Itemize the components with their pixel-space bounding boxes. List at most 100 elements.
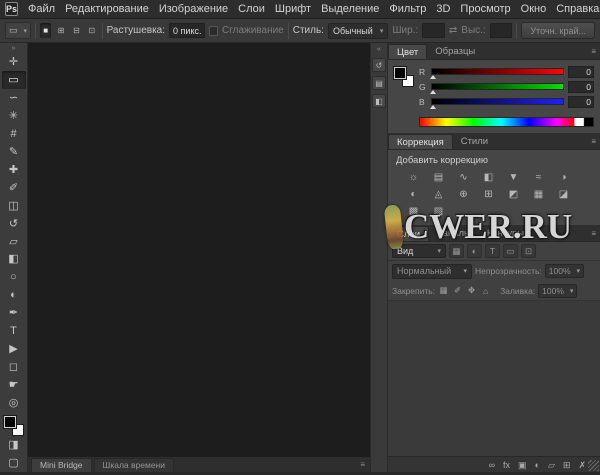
- filter-pixel-layers-icon[interactable]: ▦: [449, 244, 464, 258]
- style-dropdown[interactable]: Обычный ▾: [328, 23, 388, 39]
- adjustment-color-lookup-icon[interactable]: ⊞: [481, 188, 496, 201]
- color-spectrum-ramp[interactable]: [419, 117, 594, 127]
- tab-channels[interactable]: Каналы: [429, 226, 479, 241]
- tab-color[interactable]: Цвет: [388, 44, 427, 59]
- menu-3d[interactable]: 3D: [431, 0, 455, 19]
- adjustment-gradient-map-icon[interactable]: ▩: [406, 205, 421, 218]
- collapsed-history-panel-button[interactable]: ↺: [372, 58, 386, 72]
- history-brush-tool[interactable]: ↺: [2, 214, 26, 232]
- adjustment-channel-mixer-icon[interactable]: ⊕: [456, 188, 471, 201]
- blue-slider[interactable]: [431, 98, 564, 105]
- blue-value-field[interactable]: 0: [568, 96, 594, 108]
- intersect-selection-mode-button[interactable]: ⊡: [86, 23, 97, 38]
- new-adjustment-layer-icon[interactable]: ◐: [535, 457, 540, 473]
- adjustment-black-white-icon[interactable]: ◐: [406, 188, 421, 201]
- add-to-selection-mode-button[interactable]: ⊞: [55, 23, 66, 38]
- tab-mini-bridge[interactable]: Mini Bridge: [31, 458, 92, 472]
- subtract-selection-mode-button[interactable]: ⊟: [71, 23, 82, 38]
- lock-position-icon[interactable]: ✥: [466, 285, 477, 296]
- tab-adjustments[interactable]: Коррекция: [388, 134, 453, 149]
- adjustment-threshold-icon[interactable]: ◪: [556, 188, 571, 201]
- adjustment-posterize-icon[interactable]: ▦: [531, 188, 546, 201]
- layer-style-fx-icon[interactable]: fx: [503, 457, 510, 473]
- width-input[interactable]: [422, 23, 445, 38]
- foreground-background-swatches[interactable]: [4, 416, 24, 436]
- tab-timeline[interactable]: Шкала времени: [94, 458, 174, 472]
- hand-tool[interactable]: ☛: [2, 375, 26, 393]
- quick-mask-button[interactable]: ◨: [2, 436, 26, 454]
- menu-help[interactable]: Справка: [551, 0, 600, 19]
- lock-transparency-icon[interactable]: ▦: [438, 285, 449, 296]
- type-tool[interactable]: T: [2, 322, 26, 340]
- adjustment-levels-icon[interactable]: ▤: [431, 171, 446, 184]
- panel-menu-icon[interactable]: ≡: [591, 47, 596, 56]
- green-slider[interactable]: [431, 83, 564, 90]
- menu-window[interactable]: Окно: [516, 0, 552, 19]
- color-panel-swatches[interactable]: [394, 67, 414, 87]
- opacity-field[interactable]: 100% ▾: [545, 264, 584, 278]
- filter-adjustment-layers-icon[interactable]: ◐: [467, 244, 482, 258]
- layer-filter-type-dropdown[interactable]: Вид ▾: [392, 244, 446, 258]
- fill-field[interactable]: 100% ▾: [538, 284, 577, 298]
- collapsed-properties-panel-button[interactable]: ▤: [372, 76, 386, 90]
- tab-styles[interactable]: Стили: [453, 134, 496, 149]
- tab-paths[interactable]: Контуры: [479, 226, 532, 241]
- lasso-tool[interactable]: ∽: [2, 89, 26, 107]
- collapsed-info-panel-button[interactable]: ◧: [372, 94, 386, 108]
- add-layer-mask-icon[interactable]: ▣: [518, 457, 527, 473]
- new-layer-icon[interactable]: ⊞: [563, 457, 571, 473]
- panel-menu-icon[interactable]: ≡: [591, 137, 596, 146]
- adjustment-color-balance-icon[interactable]: ◑: [556, 171, 571, 184]
- pen-tool[interactable]: ✒: [2, 304, 26, 322]
- blur-tool[interactable]: ○: [2, 268, 26, 286]
- height-input[interactable]: [490, 23, 513, 38]
- tab-layers[interactable]: Слои: [388, 226, 429, 241]
- menu-select[interactable]: Выделение: [316, 0, 384, 19]
- gradient-tool[interactable]: ◧: [2, 250, 26, 268]
- red-value-field[interactable]: 0: [568, 66, 594, 78]
- clone-stamp-tool[interactable]: ◫: [2, 196, 26, 214]
- adjustment-photo-filter-icon[interactable]: ◬: [431, 188, 446, 201]
- new-selection-mode-button[interactable]: ■: [40, 23, 51, 38]
- move-tool[interactable]: ✛: [2, 53, 26, 71]
- window-resize-grip[interactable]: [588, 460, 599, 471]
- menu-view[interactable]: Просмотр: [455, 0, 515, 19]
- green-value-field[interactable]: 0: [568, 81, 594, 93]
- dodge-tool[interactable]: ◐: [2, 286, 26, 304]
- healing-brush-tool[interactable]: ✚: [2, 160, 26, 178]
- rectangular-marquee-tool[interactable]: ▭: [2, 71, 26, 89]
- screen-mode-button[interactable]: ▢: [2, 454, 26, 472]
- menu-layers[interactable]: Слои: [233, 0, 270, 19]
- red-slider[interactable]: [431, 68, 564, 75]
- panel-menu-icon[interactable]: ≡: [360, 460, 365, 469]
- adjustment-brightness-contrast-icon[interactable]: ☼: [406, 171, 421, 184]
- swap-dimensions-icon[interactable]: ⇄: [449, 25, 457, 36]
- adjustment-vibrance-icon[interactable]: ▼: [506, 171, 521, 184]
- eraser-tool[interactable]: ▱: [2, 232, 26, 250]
- refine-edge-button[interactable]: Уточн. край...: [521, 22, 595, 39]
- link-layers-icon[interactable]: ∞: [489, 457, 495, 473]
- adjustment-invert-icon[interactable]: ◩: [506, 188, 521, 201]
- adjustment-selective-color-icon[interactable]: ▨: [431, 205, 446, 218]
- menu-file[interactable]: Файл: [23, 0, 60, 19]
- feather-input[interactable]: 0 пикс.: [169, 23, 205, 38]
- filter-smart-objects-icon[interactable]: ⊡: [521, 244, 536, 258]
- adjustment-hue-saturation-icon[interactable]: ≈: [531, 171, 546, 184]
- slider-knob[interactable]: [430, 75, 436, 79]
- adjustment-curves-icon[interactable]: ∿: [456, 171, 471, 184]
- path-selection-tool[interactable]: ▶: [2, 340, 26, 358]
- new-group-icon[interactable]: ▱: [548, 457, 555, 473]
- lock-pixels-icon[interactable]: ✐: [452, 285, 463, 296]
- eyedropper-tool[interactable]: ✎: [2, 143, 26, 161]
- antialias-checkbox[interactable]: [209, 26, 218, 36]
- foreground-color-swatch[interactable]: [4, 416, 16, 428]
- slider-knob[interactable]: [430, 90, 436, 94]
- crop-tool[interactable]: #: [2, 125, 26, 143]
- delete-layer-icon[interactable]: ✗: [578, 457, 586, 473]
- foreground-color-swatch[interactable]: [394, 67, 406, 79]
- filter-shape-layers-icon[interactable]: ▭: [503, 244, 518, 258]
- collapse-toolbar-icon[interactable]: »: [12, 44, 16, 53]
- expand-panels-icon[interactable]: «: [377, 46, 381, 54]
- shape-tool[interactable]: ◻: [2, 357, 26, 375]
- canvas-workspace[interactable]: [28, 43, 370, 457]
